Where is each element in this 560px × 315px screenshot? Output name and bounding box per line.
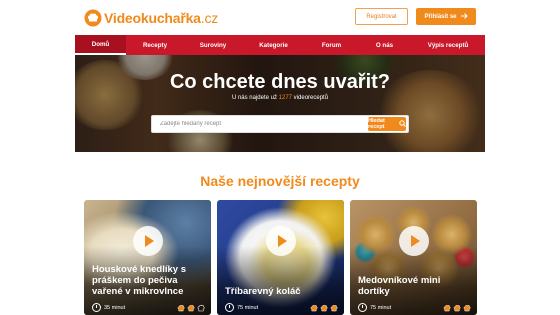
play-icon[interactable] [265,226,296,256]
login-button[interactable]: Přihlásit se [416,8,476,25]
chef-hat-icon [177,304,185,312]
nav-item-label: Kategorie [259,41,288,49]
play-icon[interactable] [132,226,163,256]
nav-item-label: Suroviny [199,41,227,49]
nav-item-label: Recepty [142,41,168,49]
search-input[interactable] [152,116,370,132]
nav-item-label: O nás [375,41,394,49]
hero-subtitle-suffix: videoreceptů [292,95,329,101]
chef-hat-logo-icon [84,9,102,27]
recipe-card[interactable]: Tříbarevný koláč 75 minut [217,200,344,315]
site-logo[interactable]: Videokuchařka.cz [84,7,218,29]
clock-icon [358,303,367,312]
hero-subtitle-prefix: U nás najdete už [231,95,279,101]
recipe-time-label: 75 minut [237,304,259,311]
chef-hat-icon [310,304,318,312]
nav-item-domu[interactable]: Domů [75,35,126,55]
section-title: Naše nejnovější recepty [200,173,360,189]
logo-text-video: Video [104,10,141,26]
chef-hat-icon [197,304,205,312]
login-button-label: Přihlásit se [424,13,457,20]
recipe-title[interactable]: Medovníkové mini dortíky [358,275,471,297]
register-button-label: Registrovat [366,13,397,20]
clock-icon [225,303,234,312]
search-icon [399,119,406,129]
logo-text-kucharka: kuchařka [140,10,201,26]
logo-text-domain: .cz [200,10,219,26]
recipe-time: 35 minut [92,303,125,312]
recipe-card[interactable]: Medovníkové mini dortíky 75 minut [350,200,477,315]
nav-item-o-nas[interactable]: O nás [358,35,411,55]
nav-item-label: Domů [91,40,110,48]
difficulty-rating [443,304,471,312]
nav-item-kategorie[interactable]: Kategorie [242,35,305,55]
search-button[interactable]: Hledat recept [368,117,406,131]
recipe-time-label: 35 minut [104,304,126,311]
recipe-time: 75 minut [358,303,391,312]
chef-hat-icon [320,304,328,312]
hero-banner: Co chcete dnes uvařit? U nás najdete už … [75,55,485,152]
recipe-title[interactable]: Tříbarevný koláč [225,286,338,297]
chef-hat-icon [463,304,471,312]
chef-hat-icon [453,304,461,312]
recipe-title[interactable]: Houskové knedlíky s práškem do pečiva va… [92,264,205,297]
chef-hat-icon [187,304,195,312]
recipe-count: 1277 [278,95,293,101]
nav-item-suroviny[interactable]: Suroviny [184,35,242,55]
nav-item-label: Výpis receptů [427,41,469,49]
nav-item-label: Forum [321,41,342,49]
hero-title: Co chcete dnes uvařit? [169,71,391,93]
arrow-right-icon [460,12,468,21]
site-header: Videokuchařka.cz Registrovat Přihlásit s… [0,0,560,35]
hero-subtitle: U nás najdete už 1277 videoreceptů [75,95,485,101]
search-bar: Hledat recept [151,115,409,133]
recipe-card[interactable]: Houskové knedlíky s práškem do pečiva va… [84,200,211,315]
nav-item-vypis-receptu[interactable]: Výpis receptů [411,35,485,55]
nav-item-forum[interactable]: Forum [305,35,358,55]
clock-icon [92,303,101,312]
chef-hat-icon [443,304,451,312]
nav-item-recepty[interactable]: Recepty [126,35,184,55]
recipe-time-label: 75 minut [370,304,392,311]
register-button[interactable]: Registrovat [355,8,408,25]
difficulty-rating [177,304,205,312]
difficulty-rating [310,304,338,312]
chef-hat-icon [330,304,338,312]
search-button-label: Hledat recept [368,118,385,130]
main-nav: Domů Recepty Suroviny Kategorie Forum O … [75,35,485,55]
play-icon[interactable] [398,226,429,256]
recipe-time: 75 minut [225,303,258,312]
